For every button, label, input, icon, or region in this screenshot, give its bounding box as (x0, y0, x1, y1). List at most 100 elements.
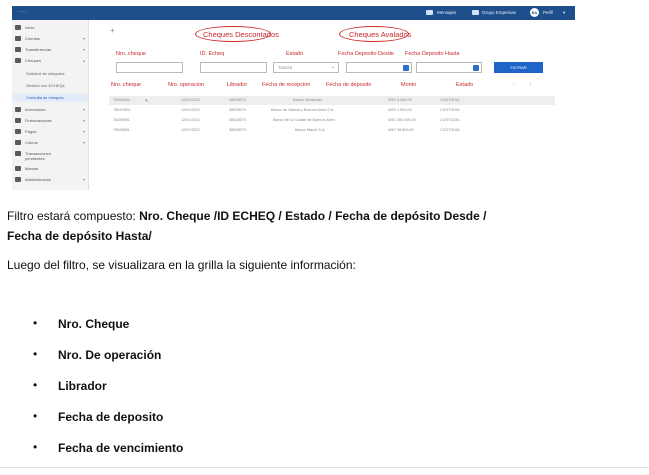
sidebar-item-cuentas[interactable]: Cuentas ▾ (12, 35, 88, 43)
add-icon[interactable]: + (110, 26, 115, 35)
table-row[interactable]: 78459891 12/01/2021 38833570 Banco de la… (109, 116, 555, 125)
table-row[interactable]: 78564851 12/01/2021 38833570 Banco Macro… (109, 126, 555, 135)
manual-icon (15, 166, 21, 171)
chevron-up-icon: ▴ (82, 58, 85, 63)
tab-cheques-avalados[interactable]: Cheques Avalados (349, 30, 411, 39)
sidebar-item-cheques[interactable]: Cheques ▴ (12, 57, 88, 65)
cell-banco: Banco de Galicia y Buenos Aires S.A. (271, 108, 335, 112)
chevron-down-icon: ▾ (82, 47, 85, 52)
sidebar-item-transacciones-pendientes[interactable]: Transacciones pendientes (12, 150, 88, 162)
sidebar-item-label: Manual (25, 166, 39, 171)
filter-button[interactable]: FILTRAR (494, 62, 543, 73)
cell-monto: ARS 2.450,00 (388, 98, 412, 102)
pending-icon (15, 151, 21, 156)
calendar-icon[interactable] (403, 65, 409, 71)
bullet-icon: • (33, 440, 38, 454)
sidebar: Inicio Cuentas ▾ Transferencias ▾ Cheques ▴… (12, 20, 89, 190)
id-echeq-input[interactable] (200, 62, 267, 73)
chevron-down-icon: ▾ (82, 140, 85, 145)
chevron-down-icon: ▾ (82, 129, 85, 134)
admin-icon (15, 177, 21, 182)
sidebar-item-label: Pagos (25, 129, 37, 134)
sidebar-item-financiaciones[interactable]: Financiaciones ▾ (12, 117, 88, 125)
sidebar-item-gestion-echeqs[interactable]: Gestión con ECHEQs (12, 82, 88, 90)
table-row[interactable]: 78956630 ↖ 12/01/2021 38833570 Banco San… (109, 96, 555, 105)
avatar[interactable]: EA (530, 8, 539, 17)
chevron-down-icon: ▾ (82, 177, 85, 182)
sidebar-item-inversiones[interactable]: Inversiones ▾ (12, 106, 88, 114)
sidebar-item-transferencias[interactable]: Transferencias ▾ (12, 46, 88, 54)
label-estado: Estado (286, 51, 304, 57)
cursor-icon: ↖ (145, 99, 149, 103)
column-options-icon[interactable]: ⋯ (510, 82, 515, 88)
grid-intro: Luego del filtro, se visualizara en la g… (7, 258, 356, 272)
bullet-item: Nro. De operación (58, 348, 162, 362)
sidebar-item-label: Gestión con ECHEQs (26, 83, 65, 88)
company-icon[interactable] (472, 10, 479, 15)
label-fecha-hasta: Fecha Deposito Hasta (405, 51, 460, 57)
cell-estado: CUSTODIA (440, 128, 460, 132)
column-header: Nro. operacion (168, 82, 205, 88)
sidebar-item-cobros[interactable]: Cobros ▾ (12, 139, 88, 147)
chevron-down-icon: ▾ (82, 118, 85, 123)
cell-monto: ARS 1.500,00 (388, 108, 412, 112)
bullet-icon: • (33, 409, 38, 423)
profile-link[interactable]: Perfil (543, 10, 553, 15)
sidebar-item-label: Cuentas (25, 36, 40, 41)
sidebar-item-manual[interactable]: Manual (12, 165, 88, 173)
filter-description: Filtro estará compuesto: Nro. Cheque /ID… (7, 209, 486, 223)
tab-cheques-descontados[interactable]: Cheques Descontados (203, 30, 279, 39)
filter-description-cont: Fecha de depósito Hasta/ (7, 229, 152, 243)
cell-nro-cheque: 78564851 (113, 128, 130, 132)
cell-nro-cheque: 78947854 (113, 108, 130, 112)
cell-nro-cheque: 78459891 (113, 118, 130, 122)
sidebar-item-consulta-cheques[interactable]: Consulta de cheques (12, 94, 88, 102)
cell-librador: 38833570 (229, 108, 246, 112)
nro-cheque-input[interactable] (116, 62, 183, 73)
sidebar-item-administracion[interactable]: Administración ▾ (12, 176, 88, 184)
fecha-hasta-input[interactable] (416, 62, 482, 73)
cell-fecha: 12/01/2021 (181, 128, 201, 132)
cell-estado: CUSTODIA (440, 118, 460, 122)
bullet-item: Fecha de vencimiento (58, 441, 184, 455)
sidebar-item-label: Inicio (25, 25, 35, 30)
sidebar-item-solicitud-chequera[interactable]: Solicitud de chequera (12, 70, 88, 78)
filter-fields-line-1: Nro. Cheque /ID ECHEQ / Estado / Fecha d… (139, 209, 487, 223)
sort-icon[interactable]: ↕ (529, 82, 532, 88)
mail-icon[interactable] (426, 10, 433, 15)
payments-icon (15, 129, 21, 134)
estado-select[interactable]: TODOS ⌄ (273, 62, 339, 73)
cell-librador: 38833570 (229, 98, 246, 102)
sidebar-item-label: Inversiones (25, 107, 46, 112)
home-icon (15, 25, 21, 30)
label-nro-cheque: Nro. cheque (116, 51, 146, 57)
sidebar-item-label: Cobros (25, 140, 38, 145)
sidebar-item-inicio[interactable]: Inicio (12, 24, 88, 32)
company-selector[interactable]: Grupo Empresas (482, 10, 516, 15)
cell-estado: CUSTODIA (440, 108, 460, 112)
table-row[interactable]: 78947854 12/01/2021 38833570 Banco de Ga… (109, 106, 555, 115)
column-header: Monto (401, 82, 417, 88)
sidebar-item-pagos[interactable]: Pagos ▾ (12, 128, 88, 136)
column-header: Fecha de deposito (326, 82, 372, 88)
sidebar-item-label: Financiaciones (25, 118, 52, 123)
estado-value: TODOS (278, 65, 293, 70)
messages-link[interactable]: Mensajes (437, 10, 456, 15)
sidebar-item-label: Administración (25, 177, 52, 182)
cell-librador: 38833570 (229, 128, 246, 132)
calendar-icon[interactable] (473, 65, 479, 71)
cell-fecha: 12/01/2021 (181, 118, 201, 122)
fecha-desde-input[interactable] (346, 62, 412, 73)
cell-monto: ARS 38.500,00 (388, 128, 414, 132)
cell-nro-cheque: 78956630 (113, 98, 130, 102)
chevron-down-icon[interactable]: ▾ (563, 10, 565, 16)
transfer-icon (15, 47, 21, 52)
brand-logo: ····· (18, 9, 27, 15)
collections-icon (15, 140, 21, 145)
filter-prefix: Filtro estará compuesto: (7, 209, 140, 223)
label-fecha-desde: Fecha Deposito Desde (338, 51, 394, 57)
sidebar-item-label: Cheques (25, 58, 42, 63)
cell-banco: Banco Santander (293, 98, 323, 102)
chevron-down-icon: ⌄ (330, 64, 335, 70)
top-bar: ····· Mensajes Grupo Empresas EA Perfil … (12, 6, 575, 20)
